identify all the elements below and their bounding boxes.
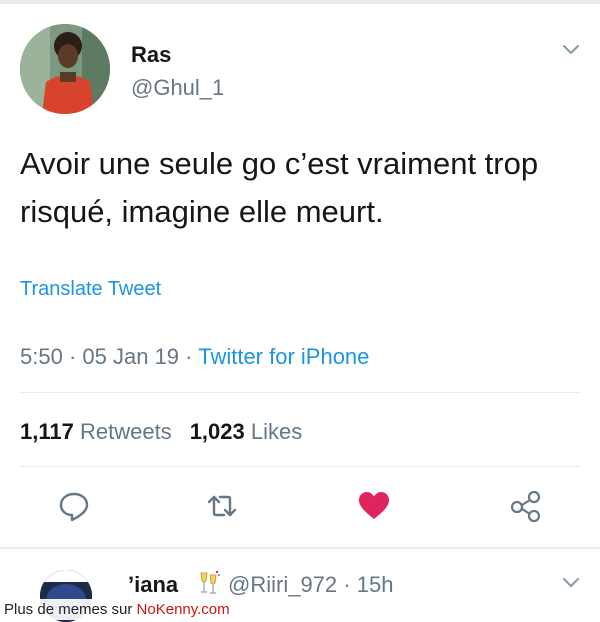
reply-button[interactable] [57,489,91,523]
tweet-meta: 5:50 · 05 Jan 19 · Twitter for iPhone [20,344,369,370]
top-border [0,0,600,4]
section-separator [0,547,600,549]
author-handle[interactable]: @Ghul_1 [131,75,224,101]
likes-count: 1,023 [189,419,245,444]
tweet-stats: 1,117 Retweets 1,023 Likes [20,419,302,445]
meta-separator: · [343,572,351,597]
watermark: Plus de memes sur NoKenny.com [0,599,234,620]
meta-separator: · [68,344,77,369]
watermark-prefix: Plus de memes sur [4,601,137,618]
champagne-icon [197,570,221,596]
reply-age: 15h [356,572,394,597]
meta-separator: · [185,344,193,369]
retweets-count: 1,117 [20,419,74,444]
avatar[interactable] [20,24,110,114]
likes-stat[interactable]: 1,023 Likes [190,419,303,444]
watermark-brand: NoKenny.com [136,601,230,618]
reply-icon [59,492,89,522]
tweet-text: Avoir une seule go c’est vraiment trop r… [20,146,539,229]
tweet-time: 5:50 [20,344,63,369]
author-name[interactable]: Ras [131,42,171,68]
likes-label: Likes [250,419,303,444]
tweet-date: 05 Jan 19 [82,344,180,369]
retweets-stat[interactable]: 1,117 Retweets [20,419,172,444]
like-button[interactable] [357,489,391,523]
share-button[interactable] [509,489,543,523]
chevron-down-icon[interactable] [561,39,581,59]
divider [20,466,580,467]
chevron-down-icon[interactable] [561,572,581,592]
translate-tweet-link[interactable]: Translate Tweet [20,278,161,301]
tweet-source-link[interactable]: Twitter for iPhone [198,344,369,369]
retweet-icon [207,495,237,517]
retweets-label: Retweets [79,419,172,444]
reply-author-name[interactable]: ʼiana [128,572,178,598]
divider [20,392,580,393]
share-icon [510,490,541,523]
heart-icon [359,492,389,519]
retweet-button[interactable] [205,489,239,523]
reply-meta: @Riiri_972 · 15h [228,572,393,598]
reply-author-handle[interactable]: @Riiri_972 [228,572,337,597]
